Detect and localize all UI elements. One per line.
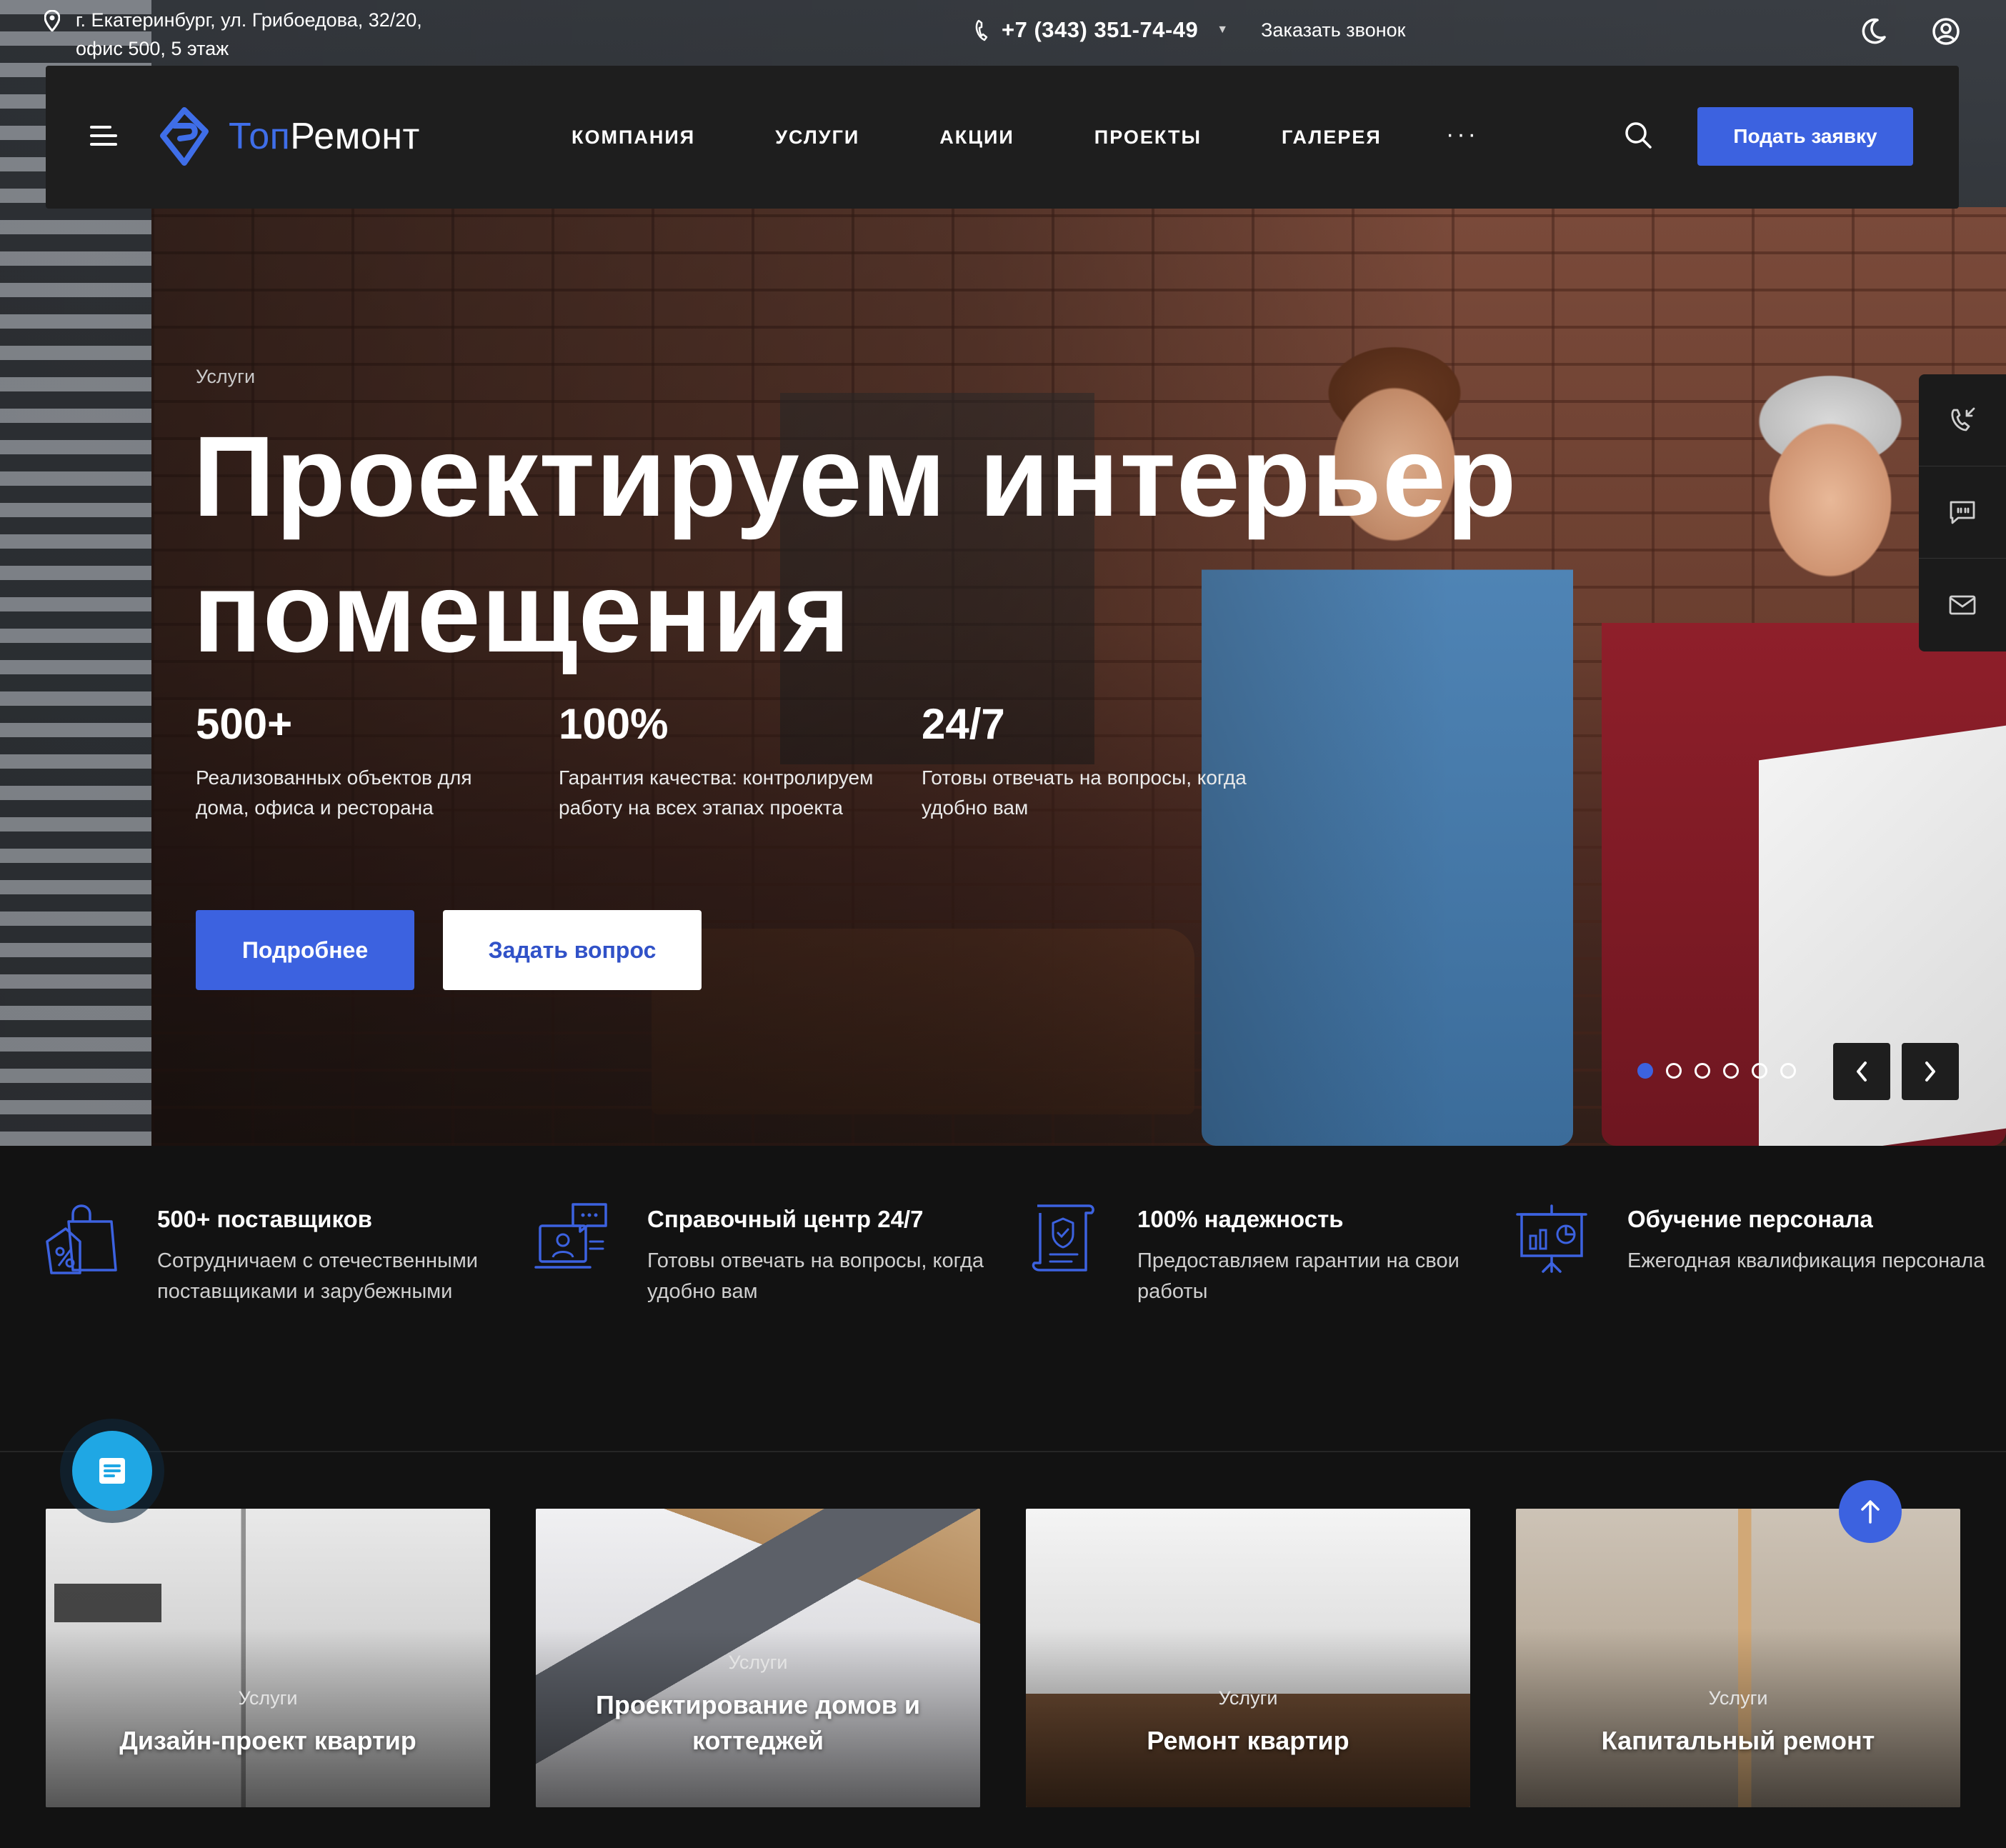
shopping-bag-discount-icon	[46, 1204, 117, 1274]
card-fade	[46, 1509, 490, 1807]
card-title: Капитальный ремонт	[1601, 1726, 1875, 1755]
callback-link[interactable]: Заказать звонок	[1261, 19, 1405, 41]
logo[interactable]: ТопРемонт	[159, 107, 420, 166]
phone-incoming-icon	[1951, 407, 1975, 431]
section-divider	[0, 1451, 2006, 1452]
feature-title: 500+ поставщиков	[157, 1206, 372, 1232]
feature-text: Сотрудничаем с отечественными поставщика…	[157, 1249, 478, 1303]
nav-item-projects[interactable]: ПРОЕКТЫ	[1094, 123, 1202, 151]
moon-icon[interactable]	[1857, 16, 1889, 47]
card-title: Проектирование домов и коттеджей	[596, 1690, 920, 1755]
main-header: ТопРемонт КОМПАНИЯ УСЛУГИ АКЦИИ ПРОЕКТЫ …	[46, 66, 1959, 209]
nav-item-gallery[interactable]: ГАЛЕРЕЯ	[1282, 123, 1382, 151]
stat-value: 500+	[196, 700, 293, 748]
slider-dot[interactable]	[1666, 1063, 1682, 1079]
slider-dots	[1637, 1063, 1796, 1079]
request-button[interactable]: Подать заявку	[1697, 107, 1913, 166]
hero-title: Проектируем интерьер помещения	[193, 412, 1517, 676]
chevron-down-icon[interactable]: ▼	[1217, 24, 1228, 36]
feature-text: Предоставляем гарантии на свои работы	[1137, 1249, 1459, 1303]
nav-item-promotions[interactable]: АКЦИИ	[939, 123, 1014, 151]
address-text: г. Екатеринбург, ул. Грибоедова, 32/20, …	[76, 6, 422, 63]
address: г. Екатеринбург, ул. Грибоедова, 32/20, …	[44, 6, 422, 63]
logo-text-main: Ремонт	[290, 116, 420, 157]
card-title: Дизайн-проект квартир	[119, 1726, 416, 1755]
card-fade	[1026, 1509, 1470, 1807]
feature-title: Справочный центр 24/7	[647, 1206, 924, 1232]
card-fade	[1516, 1509, 1960, 1807]
side-tab-chat[interactable]	[1919, 466, 2006, 559]
top-info-bar: г. Екатеринбург, ул. Грибоедова, 32/20, …	[0, 0, 2006, 66]
logo-mark-icon	[160, 107, 209, 166]
mail-icon	[1949, 595, 1976, 614]
card-kicker: Услуги	[1218, 1687, 1278, 1709]
document-icon	[99, 1458, 125, 1484]
logo-text: ТопРемонт	[229, 115, 420, 158]
ask-question-button[interactable]: Задать вопрос	[443, 910, 702, 990]
stat-text: Готовы отвечать на вопросы, когда удобно…	[922, 766, 1247, 819]
card-title: Ремонт квартир	[1147, 1726, 1349, 1755]
chevron-right-icon	[1925, 1062, 1935, 1082]
slider-prev-button[interactable]	[1833, 1043, 1890, 1100]
feature-text: Готовы отвечать на вопросы, когда удобно…	[647, 1249, 984, 1303]
floating-form-button-inner	[72, 1431, 152, 1511]
service-card[interactable]: Услуги Проектирование домов и коттеджей	[536, 1509, 980, 1807]
stat-value: 24/7	[922, 700, 1005, 748]
side-tab-email[interactable]	[1919, 559, 2006, 651]
phone-icon	[975, 19, 988, 41]
hero-kicker: Услуги	[196, 366, 256, 387]
slider-dot[interactable]	[1780, 1063, 1796, 1079]
user-icon[interactable]	[1930, 16, 1962, 47]
feature-title: 100% надежность	[1137, 1206, 1344, 1232]
hero-stats: 500+ Реализованных объектов для дома, оф…	[196, 696, 1284, 823]
side-tab-callback[interactable]	[1919, 374, 2006, 466]
search-icon[interactable]	[1623, 120, 1653, 150]
slider-next-button[interactable]	[1902, 1043, 1959, 1100]
presentation-board-icon	[1516, 1204, 1587, 1273]
service-card[interactable]: Услуги Капитальный ремонт	[1516, 1509, 1960, 1807]
address-line-1: г. Екатеринбург, ул. Грибоедова, 32/20,	[76, 9, 422, 31]
hero-stat: 24/7 Готовы отвечать на вопросы, когда у…	[922, 696, 1284, 823]
scroll-to-top-button[interactable]	[1839, 1480, 1902, 1543]
hero-stat: 100% Гарантия качества: контролируем раб…	[559, 696, 922, 823]
side-contact-tabs	[1919, 374, 2006, 651]
card-kicker: Услуги	[238, 1687, 298, 1709]
more-dots-icon[interactable]: ···	[1446, 122, 1479, 146]
slider-dot[interactable]	[1752, 1063, 1767, 1079]
floating-form-button[interactable]	[60, 1419, 164, 1523]
nav-item-company[interactable]: КОМПАНИЯ	[572, 123, 695, 151]
features-section: 500+ поставщиков Сотрудничаем с отечеств…	[0, 1146, 2006, 1452]
main-nav: КОМПАНИЯ УСЛУГИ АКЦИИ ПРОЕКТЫ ГАЛЕРЕЯ	[572, 123, 1462, 151]
arrow-up-icon	[1861, 1500, 1880, 1524]
slider-dot[interactable]	[1695, 1063, 1710, 1079]
stat-text: Гарантия качества: контролируем работу н…	[559, 766, 874, 819]
chevron-left-icon	[1857, 1062, 1867, 1082]
card-kicker: Услуги	[728, 1652, 788, 1673]
slider-dot[interactable]	[1723, 1063, 1739, 1079]
hero-stat: 500+ Реализованных объектов для дома, оф…	[196, 696, 559, 823]
menu-burger-icon[interactable]	[90, 126, 117, 147]
feature-title: Обучение персонала	[1627, 1206, 1873, 1232]
slider-dot[interactable]	[1637, 1063, 1653, 1079]
card-kicker: Услуги	[1708, 1687, 1768, 1709]
support-center-icon	[534, 1203, 607, 1269]
shield-document-icon	[1032, 1204, 1094, 1272]
feature-text: Ежегодная квалификация персонала	[1627, 1249, 1985, 1272]
phone-number[interactable]: +7 (343) 351-74-49	[1002, 17, 1198, 43]
nav-item-services[interactable]: УСЛУГИ	[775, 123, 859, 151]
service-card[interactable]: Услуги Ремонт квартир	[1026, 1509, 1470, 1807]
logo-text-accent: Топ	[229, 116, 291, 157]
address-line-2: офис 500, 5 этаж	[76, 38, 229, 59]
more-button[interactable]: Подробнее	[196, 910, 414, 990]
phone-block: +7 (343) 351-74-49 ▼ Заказать звонок	[974, 17, 1405, 43]
map-pin-icon	[44, 10, 60, 31]
chat-bubble-icon	[1950, 501, 1975, 524]
stat-text: Реализованных объектов для дома, офиса и…	[196, 766, 472, 819]
stat-value: 100%	[559, 700, 669, 748]
service-card[interactable]: Услуги Дизайн-проект квартир	[46, 1509, 490, 1807]
